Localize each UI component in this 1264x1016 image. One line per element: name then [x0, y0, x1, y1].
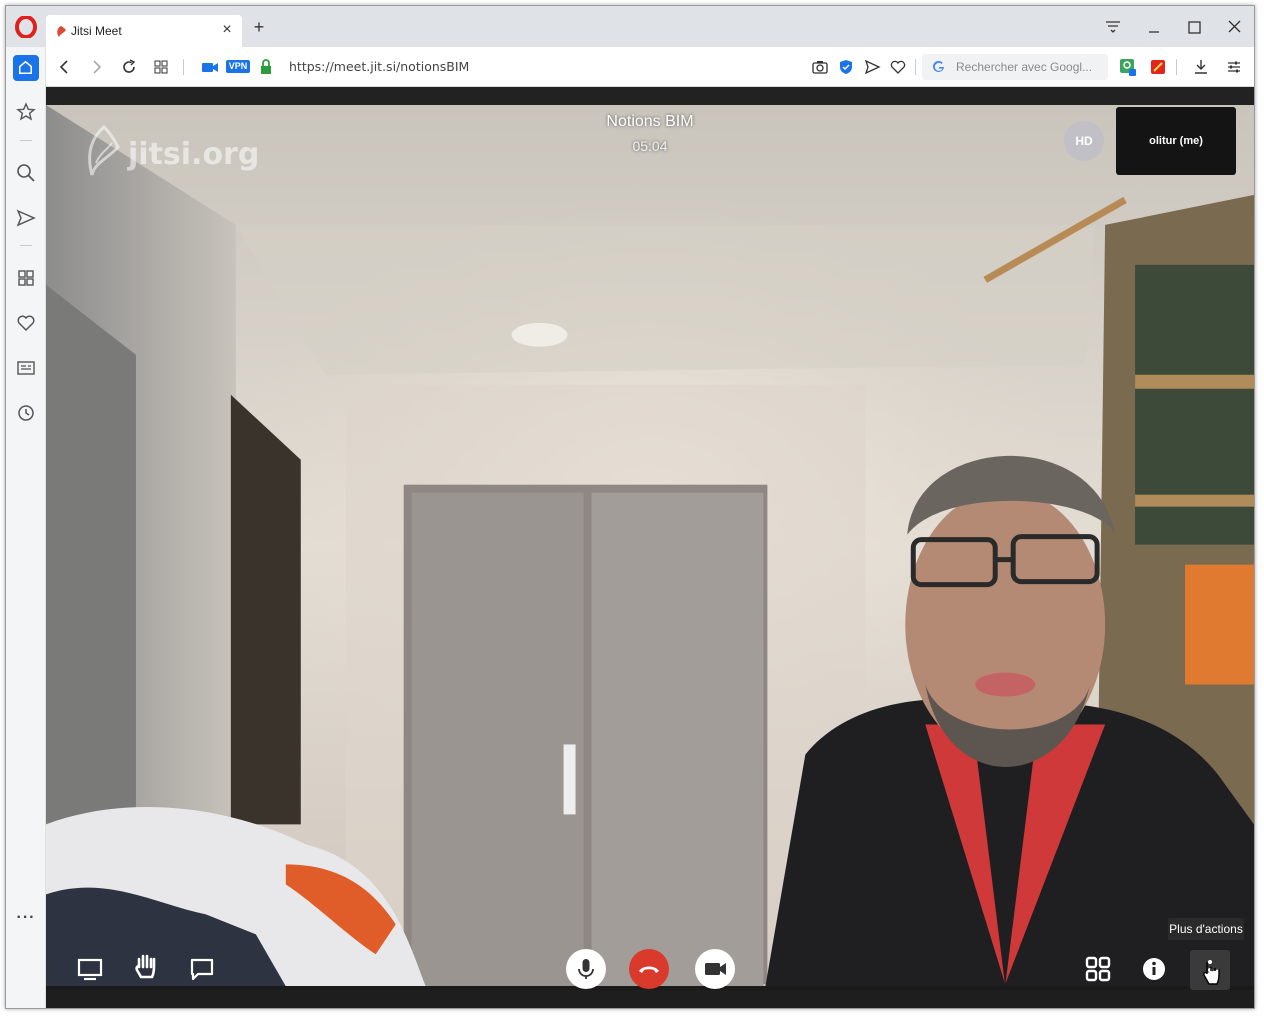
video-bottom-band: [46, 990, 1254, 1008]
more-actions-tooltip: Plus d'actions: [1168, 918, 1244, 940]
divider: [1176, 59, 1177, 75]
url-field[interactable]: https://meet.jit.si/notionsBIM: [289, 59, 469, 74]
remote-video: [46, 105, 1254, 987]
hangup-button[interactable]: [629, 949, 669, 989]
info-icon[interactable]: [1136, 951, 1172, 987]
google-icon: [933, 60, 944, 72]
search-placeholder: Rechercher avec Googl...: [956, 60, 1093, 74]
lock-icon[interactable]: [256, 57, 276, 77]
tab-close-icon[interactable]: ×: [218, 21, 236, 39]
search-icon[interactable]: [14, 161, 38, 185]
maximize-icon[interactable]: [1183, 16, 1205, 38]
video-camera-icon: [705, 963, 726, 975]
video-top-band: [46, 87, 1254, 105]
snapshot-icon[interactable]: [810, 57, 830, 77]
self-view-name: olitur (me): [1149, 135, 1203, 147]
extension-red-icon[interactable]: [1148, 57, 1168, 77]
download-icon[interactable]: [1191, 57, 1211, 77]
send-icon[interactable]: [862, 57, 882, 77]
chat-icon[interactable]: [184, 951, 220, 987]
heart-icon[interactable]: [14, 311, 38, 335]
reload-icon[interactable]: [119, 57, 139, 77]
home-icon: [18, 60, 33, 75]
sidebar-more-button[interactable]: ···: [6, 909, 46, 927]
history-icon[interactable]: [14, 401, 38, 425]
opera-logo-icon[interactable]: [15, 16, 37, 38]
self-view-thumbnail[interactable]: olitur (me): [1116, 107, 1236, 175]
camera-icon[interactable]: [200, 57, 220, 77]
address-bar: VPN https://meet.jit.si/notionsBIM Reche…: [46, 47, 1254, 87]
camera-button[interactable]: [695, 949, 735, 989]
extension-translate-icon[interactable]: [1118, 57, 1138, 77]
vpn-badge[interactable]: VPN: [226, 60, 250, 73]
minimize-icon[interactable]: [1143, 16, 1165, 38]
microphone-icon: [578, 959, 594, 979]
hand-cursor-icon: [1203, 962, 1220, 985]
divider: [915, 59, 916, 75]
browser-window: Jitsi Meet × + VPN https://meet.jit.si/n…: [5, 5, 1255, 1009]
video-stage: jitsi.org Notions BIM 05:04 HD olitur (m…: [46, 87, 1254, 1008]
tile-view-icon[interactable]: [1080, 951, 1116, 987]
sidebar-divider: [20, 245, 32, 246]
news-icon[interactable]: [14, 356, 38, 380]
settings-sliders-icon[interactable]: [1224, 57, 1244, 77]
sidebar-divider: [20, 140, 32, 141]
screen-share-icon[interactable]: [72, 951, 108, 987]
search-field[interactable]: Rechercher avec Googl...: [922, 54, 1108, 80]
divider: [183, 59, 184, 75]
new-tab-button[interactable]: +: [250, 18, 268, 36]
sidebar-item-home[interactable]: [13, 55, 39, 81]
shield-icon[interactable]: [836, 57, 856, 77]
forward-icon[interactable]: [86, 57, 106, 77]
send-icon[interactable]: [14, 206, 38, 230]
hangup-icon: [639, 966, 659, 973]
star-icon[interactable]: [14, 100, 38, 124]
tabs-grid-icon[interactable]: [151, 57, 171, 77]
heart-icon[interactable]: [888, 57, 908, 77]
sidebar: ···: [6, 47, 46, 1008]
tab-jitsi-meet[interactable]: Jitsi Meet ×: [46, 15, 242, 47]
jitsi-logo-icon: [88, 124, 120, 176]
microphone-button[interactable]: [566, 949, 606, 989]
back-icon[interactable]: [55, 57, 75, 77]
tab-title: Jitsi Meet: [71, 24, 122, 38]
video-quality-badge[interactable]: HD: [1064, 121, 1104, 161]
tab-menu-icon[interactable]: [1102, 16, 1124, 38]
raise-hand-icon[interactable]: [128, 949, 164, 985]
apps-icon[interactable]: [14, 266, 38, 290]
jitsi-favicon-icon: [57, 26, 66, 37]
close-window-icon[interactable]: [1223, 16, 1245, 38]
tab-bar: Jitsi Meet × +: [6, 6, 1254, 47]
